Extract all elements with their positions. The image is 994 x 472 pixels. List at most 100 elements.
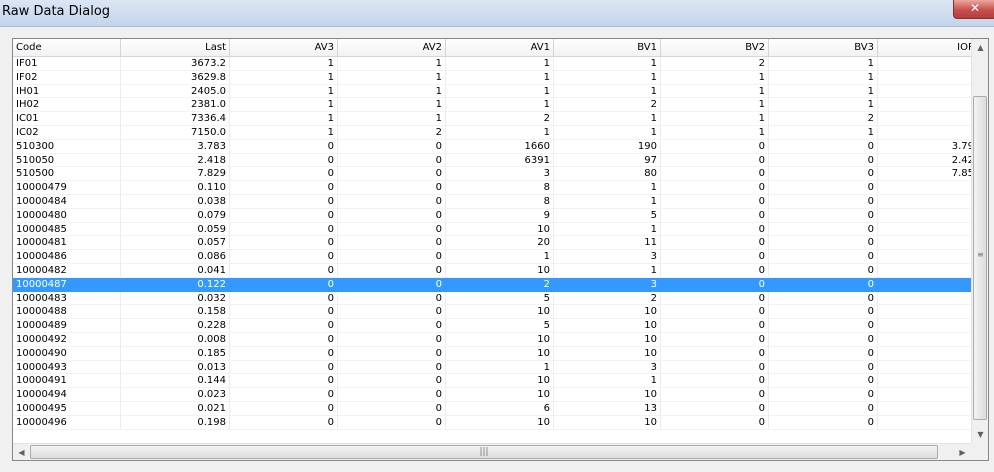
cell-code: IH01 [13,84,121,99]
table-row[interactable]: 10000481 0.057 0 0 20 11 0 0 [13,236,978,251]
cell-av2: 0 [338,319,446,333]
cell-bv2: 0 [661,139,769,154]
cell-av2: 1 [338,57,446,71]
cell-code: IH02 [13,98,121,113]
cell-code: 10000490 [13,346,121,361]
table-row[interactable]: 510300 3.783 0 0 1660 190 0 0 3.79 [13,139,978,154]
cell-bv1: 10 [554,319,661,333]
scroll-left-icon[interactable]: ◀ [13,444,30,460]
cell-av2: 1 [338,70,446,85]
cell-code: 10000489 [13,319,121,333]
cell-av1: 10 [446,388,554,402]
table-row[interactable]: 10000484 0.038 0 0 8 1 0 0 [13,195,978,209]
cell-av1: 10 [446,374,554,389]
table-row[interactable]: 10000483 0.032 0 0 5 2 0 0 [13,291,978,306]
cell-av1: 9 [446,208,554,223]
table-row[interactable]: 10000495 0.021 0 0 6 13 0 0 [13,402,978,416]
cell-av3: 0 [230,195,338,209]
column-header-bv1[interactable]: BV1 [554,39,661,56]
vertical-scroll-thumb[interactable]: ≡ [973,96,987,420]
cell-bv2: 1 [661,112,769,126]
column-header-last[interactable]: Last [121,39,230,56]
table-row[interactable]: 10000493 0.013 0 0 1 3 0 0 [13,360,978,375]
table-row[interactable]: IC02 7150.0 1 2 1 1 1 1 [13,126,978,140]
cell-av1: 5 [446,319,554,333]
cell-bv1: 1 [554,84,661,99]
cell-bv1: 1 [554,70,661,85]
horizontal-scroll-thumb[interactable]: ||| [30,445,938,459]
table-row[interactable]: IF01 3673.2 1 1 1 1 2 1 [13,57,978,71]
scroll-right-icon[interactable]: ▶ [954,444,971,460]
cell-av3: 0 [230,319,338,333]
cell-av2: 0 [338,415,446,430]
table-row[interactable]: 10000488 0.158 0 0 10 10 0 0 [13,305,978,320]
cell-last: 0.086 [121,250,230,264]
cell-code: IC01 [13,112,121,126]
cell-av2: 1 [338,112,446,126]
vertical-scrollbar[interactable]: ▲ ≡ ▼ [971,39,988,443]
scroll-up-icon[interactable]: ▲ [972,39,988,56]
cell-last: 2.418 [121,153,230,168]
horizontal-scrollbar[interactable]: ◀ ||| ▶ [13,443,971,460]
cell-bv2: 0 [661,236,769,251]
cell-bv2: 0 [661,167,769,182]
cell-bv2: 1 [661,126,769,140]
column-header-code[interactable]: Code [13,39,121,56]
column-header-iop[interactable]: IOP [878,39,978,56]
cell-av3: 0 [230,402,338,416]
cell-code: IF01 [13,57,121,71]
column-header-bv3[interactable]: BV3 [769,39,878,56]
cell-iop [878,70,978,85]
cell-av1: 10 [446,415,554,430]
table-row[interactable]: 10000487 0.122 0 0 2 3 0 0 [13,277,978,292]
column-header-av2[interactable]: AV2 [338,39,446,56]
close-button[interactable]: ✕ [953,0,994,19]
table-row[interactable]: 10000480 0.079 0 0 9 5 0 0 [13,208,978,223]
table-row[interactable]: 10000492 0.008 0 0 10 10 0 0 [13,333,978,347]
cell-iop [878,374,978,389]
column-header-av1[interactable]: AV1 [446,39,554,56]
cell-iop: 2.42 [878,153,978,168]
table-row[interactable]: IC01 7336.4 1 1 2 1 1 2 [13,112,978,126]
cell-av2: 0 [338,346,446,361]
table-row[interactable]: 510500 7.829 0 0 3 80 0 0 7.85 [13,167,978,182]
cell-bv3: 0 [769,139,878,154]
cell-iop [878,236,978,251]
table-row[interactable]: 10000479 0.110 0 0 8 1 0 0 [13,181,978,195]
cell-last: 0.185 [121,346,230,361]
table-row[interactable]: 510050 2.418 0 0 6391 97 0 0 2.42 [13,153,978,168]
cell-av2: 0 [338,333,446,347]
cell-code: 10000484 [13,195,121,209]
table-row[interactable]: 10000496 0.198 0 0 10 10 0 0 [13,415,978,430]
cell-bv1: 10 [554,305,661,320]
column-header-av3[interactable]: AV3 [230,39,338,56]
cell-av3: 0 [230,277,338,292]
table-row[interactable]: 10000490 0.185 0 0 10 10 0 0 [13,346,978,361]
cell-last: 0.023 [121,388,230,402]
title-bar[interactable]: Raw Data Dialog ✕ [0,0,994,27]
table-row[interactable]: 10000491 0.144 0 0 10 1 0 0 [13,374,978,389]
cell-av2: 0 [338,250,446,264]
table-row[interactable]: IF02 3629.8 1 1 1 1 1 1 [13,70,978,85]
table-row[interactable]: 10000485 0.059 0 0 10 1 0 0 [13,222,978,237]
scroll-down-icon[interactable]: ▼ [972,426,988,443]
cell-bv2: 0 [661,277,769,292]
table-row[interactable]: IH02 2381.0 1 1 1 2 1 1 [13,98,978,113]
cell-iop [878,57,978,71]
cell-av2: 0 [338,222,446,237]
table-row[interactable]: 10000494 0.023 0 0 10 10 0 0 [13,388,978,402]
table-row[interactable]: 10000486 0.086 0 0 1 3 0 0 [13,250,978,264]
raw-data-list[interactable]: Code Last AV3 AV2 AV1 BV1 BV2 BV3 IOP IF01 3673.2… [12,38,989,461]
cell-bv3: 0 [769,360,878,375]
cell-bv1: 1 [554,57,661,71]
cell-last: 0.144 [121,374,230,389]
cell-av2: 0 [338,264,446,278]
column-header-bv2[interactable]: BV2 [661,39,769,56]
cell-bv1: 11 [554,236,661,251]
cell-bv3: 0 [769,305,878,320]
cell-av2: 0 [338,291,446,306]
table-row[interactable]: IH01 2405.0 1 1 1 1 1 1 [13,84,978,99]
table-row[interactable]: 10000482 0.041 0 0 10 1 0 0 [13,264,978,278]
cell-last: 0.057 [121,236,230,251]
table-row[interactable]: 10000489 0.228 0 0 5 10 0 0 [13,319,978,333]
